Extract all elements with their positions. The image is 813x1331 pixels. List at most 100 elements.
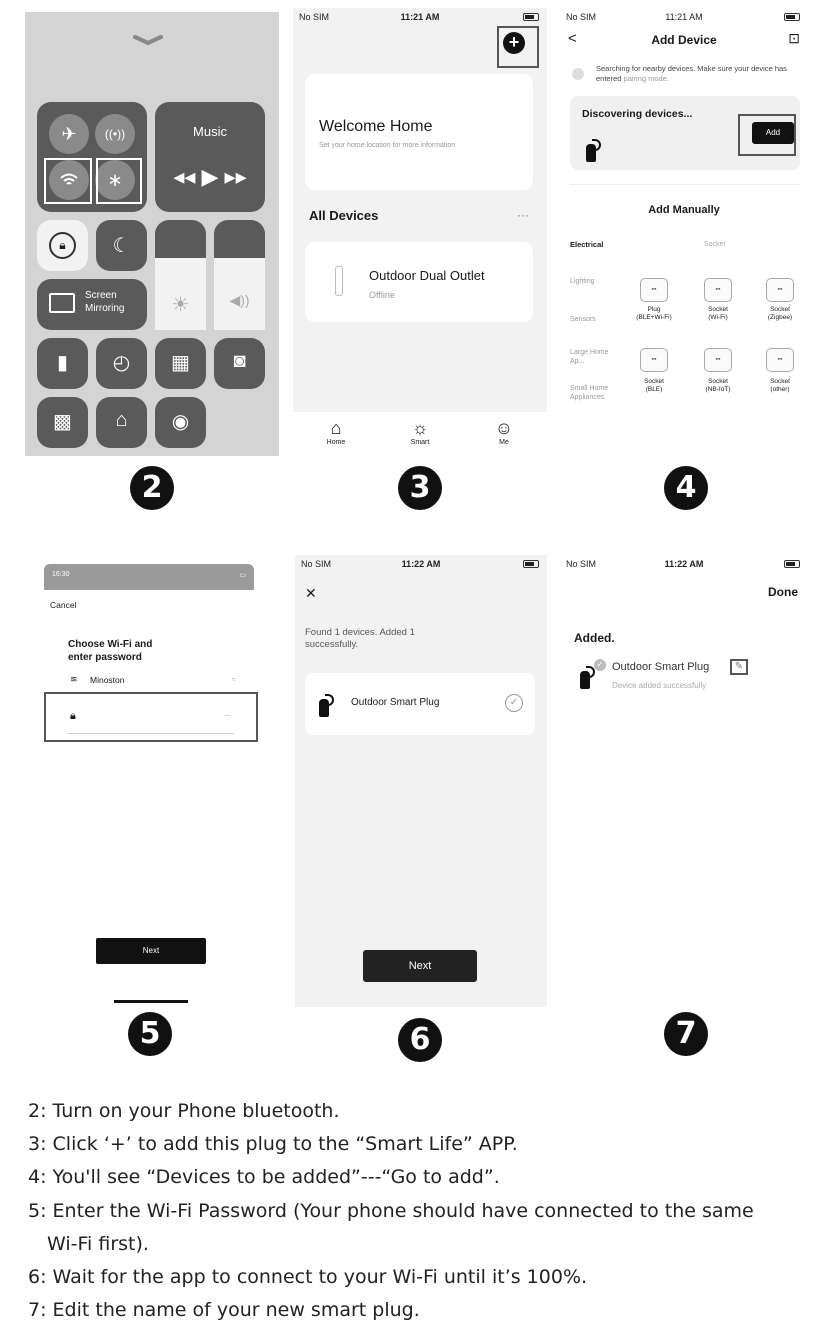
category-small-home[interactable]: Small Home Appliances bbox=[570, 384, 620, 402]
item-3-type: (Zigbee) bbox=[767, 314, 793, 321]
chevron-down-icon[interactable] bbox=[133, 32, 163, 46]
category-electrical[interactable]: Electrical bbox=[570, 240, 603, 249]
password-field[interactable]: 🔒︎ ⌣ bbox=[68, 702, 234, 734]
wifi-highlight-frame bbox=[44, 158, 92, 204]
divider bbox=[570, 184, 800, 185]
tab-me[interactable]: ☺ Me bbox=[479, 418, 529, 446]
category-lighting[interactable]: Lighting bbox=[570, 278, 595, 285]
tab-home-label: Home bbox=[326, 439, 346, 446]
screen-record-tile[interactable]: ◉ bbox=[155, 397, 206, 448]
done-button[interactable]: Done bbox=[768, 585, 798, 599]
socket-icon[interactable]: ▪▪ bbox=[640, 348, 668, 372]
item-label-5: Socket (NB-IoT) bbox=[690, 378, 746, 394]
battery-icon bbox=[784, 11, 800, 21]
category-sensors[interactable]: Sensors bbox=[570, 316, 596, 323]
timer-tile[interactable]: ◴ bbox=[96, 338, 147, 389]
battery-icon bbox=[523, 11, 539, 21]
item-label-2: Socket (Wi-Fi) bbox=[690, 306, 746, 322]
do-not-disturb-tile[interactable]: ☾ bbox=[96, 220, 147, 271]
screen-mirroring-icon bbox=[49, 293, 75, 313]
show-password-icon[interactable]: ⌣ bbox=[224, 710, 230, 721]
control-center-screen: ✈ ((•)) ∗ Music ◂◂ ▶ ▸▸ 🔒︎ ☾ ☀ ◀)) Scree… bbox=[25, 12, 279, 456]
socket-icon[interactable]: ▪▪ bbox=[766, 348, 794, 372]
welcome-card[interactable]: Welcome Home Set your home location for … bbox=[305, 74, 533, 190]
plug-icon bbox=[580, 666, 595, 689]
device-card[interactable]: Outdoor Dual Outlet Offline bbox=[305, 242, 533, 322]
instruction-7: 7: Edit the name of your new smart plug. bbox=[28, 1299, 420, 1321]
speaker-icon: ◀)) bbox=[229, 292, 250, 308]
socket-icon[interactable]: ▪▪ bbox=[704, 278, 732, 302]
brightness-slider[interactable]: ☀ bbox=[155, 220, 206, 330]
bottom-tab-bar: ⌂ Home ☼ Smart ☺ Me bbox=[293, 412, 547, 460]
rotation-lock-tile[interactable]: 🔒︎ bbox=[37, 220, 88, 271]
item-1-name: Plug bbox=[647, 306, 661, 313]
cellular-icon[interactable]: ((•)) bbox=[95, 114, 135, 154]
instruction-3: 3: Click ‘+’ to add this plug to the “Sm… bbox=[28, 1133, 518, 1155]
status-time: 11:22 AM bbox=[401, 559, 441, 569]
scan-icon[interactable]: ⊡ bbox=[788, 30, 800, 47]
tab-smart[interactable]: ☼ Smart bbox=[395, 418, 445, 446]
page-title: Add Device bbox=[651, 33, 717, 47]
cancel-button[interactable]: Cancel bbox=[50, 600, 76, 610]
airplane-mode-icon[interactable]: ✈ bbox=[49, 114, 89, 154]
rotation-lock-icon: 🔒︎ bbox=[49, 232, 76, 259]
device-status: Offline bbox=[369, 290, 395, 300]
device-card[interactable]: Outdoor Smart Plug ✓ bbox=[305, 673, 535, 735]
pairing-mode-link[interactable]: pairing mode. bbox=[624, 74, 669, 83]
instruction-2: 2: Turn on your Phone bluetooth. bbox=[28, 1100, 340, 1122]
searching-spinner-icon bbox=[572, 68, 584, 80]
volume-slider[interactable]: ◀)) bbox=[214, 220, 265, 330]
sun-icon: ☼ bbox=[411, 418, 429, 438]
status-bar: No SIM 11:22 AM bbox=[295, 555, 547, 577]
record-icon: ◉ bbox=[171, 411, 190, 433]
wifi-network-name[interactable]: Minoston bbox=[90, 675, 125, 685]
item-4-type: (BLE) bbox=[645, 386, 663, 393]
socket-icon[interactable]: ▪▪ bbox=[704, 348, 732, 372]
added-heading: Added. bbox=[574, 631, 615, 645]
flashlight-tile[interactable]: ▮ bbox=[37, 338, 88, 389]
socket-icon[interactable]: ▪▪ bbox=[640, 278, 668, 302]
item-2-name: Socket bbox=[708, 306, 728, 313]
searching-text: Searching for nearby devices. Make sure … bbox=[596, 64, 801, 84]
socket-icon[interactable]: ▪▪ bbox=[766, 278, 794, 302]
check-badge-icon: ✓ bbox=[594, 659, 606, 671]
more-icon[interactable]: ··· bbox=[517, 208, 529, 222]
music-tile[interactable]: Music ◂◂ ▶ ▸▸ bbox=[155, 102, 265, 212]
battery-icon bbox=[784, 558, 800, 568]
next-button[interactable]: Next bbox=[96, 938, 206, 964]
next-button[interactable]: Next bbox=[363, 950, 477, 982]
close-icon[interactable]: ✕ bbox=[305, 585, 317, 602]
instruction-4: 4: You'll see “Devices to be added”---“G… bbox=[28, 1166, 500, 1188]
item-3-name: Socket bbox=[770, 306, 790, 313]
item-5-name: Socket bbox=[708, 378, 728, 385]
edit-name-icon[interactable]: ✎ bbox=[730, 659, 748, 675]
profile-icon: ☺ bbox=[494, 418, 514, 438]
step-number-3: 3 bbox=[398, 466, 442, 510]
add-highlight-frame bbox=[738, 114, 796, 156]
step-number-5: 5 bbox=[128, 1012, 172, 1056]
category-large-home[interactable]: Large Home Ap... bbox=[570, 348, 614, 366]
discovering-label: Discovering devices... bbox=[582, 108, 693, 120]
status-time: 11:21 AM bbox=[400, 12, 440, 22]
welcome-subtitle: Set your home location for more informat… bbox=[319, 142, 456, 149]
media-controls-icon[interactable]: ◂◂ ▶ ▸▸ bbox=[155, 164, 265, 190]
item-1-type: (BLE+Wi-Fi) bbox=[636, 314, 672, 321]
found-message: Found 1 devices. Added 1 successfully. bbox=[305, 627, 415, 650]
calculator-icon: ▦ bbox=[171, 352, 190, 374]
add-button-highlight-frame bbox=[497, 26, 539, 68]
home-tile[interactable]: ⌂ bbox=[96, 397, 147, 448]
socket-subheader: Socket bbox=[704, 241, 726, 248]
screen-mirroring-tile[interactable]: Screen Mirroring bbox=[37, 279, 147, 330]
item-label-1: Plug (BLE+Wi-Fi) bbox=[626, 306, 682, 322]
instruction-5: 5: Enter the Wi-Fi Password (Your phone … bbox=[28, 1200, 754, 1222]
wifi-password-screen: 16:30 ▭ Cancel Choose Wi-Fi and enter pa… bbox=[30, 558, 266, 1008]
qr-scanner-tile[interactable]: ▩ bbox=[37, 397, 88, 448]
tab-home[interactable]: ⌂ Home bbox=[311, 418, 361, 446]
instruction-6: 6: Wait for the app to connect to your W… bbox=[28, 1266, 588, 1288]
item-6-name: Socket bbox=[770, 378, 790, 385]
wifi-icon: ≋ bbox=[70, 674, 78, 684]
calculator-tile[interactable]: ▦ bbox=[155, 338, 206, 389]
item-4-name: Socket bbox=[644, 378, 664, 385]
camera-tile[interactable]: ◙ bbox=[214, 338, 265, 389]
tab-smart-label: Smart bbox=[410, 439, 430, 446]
